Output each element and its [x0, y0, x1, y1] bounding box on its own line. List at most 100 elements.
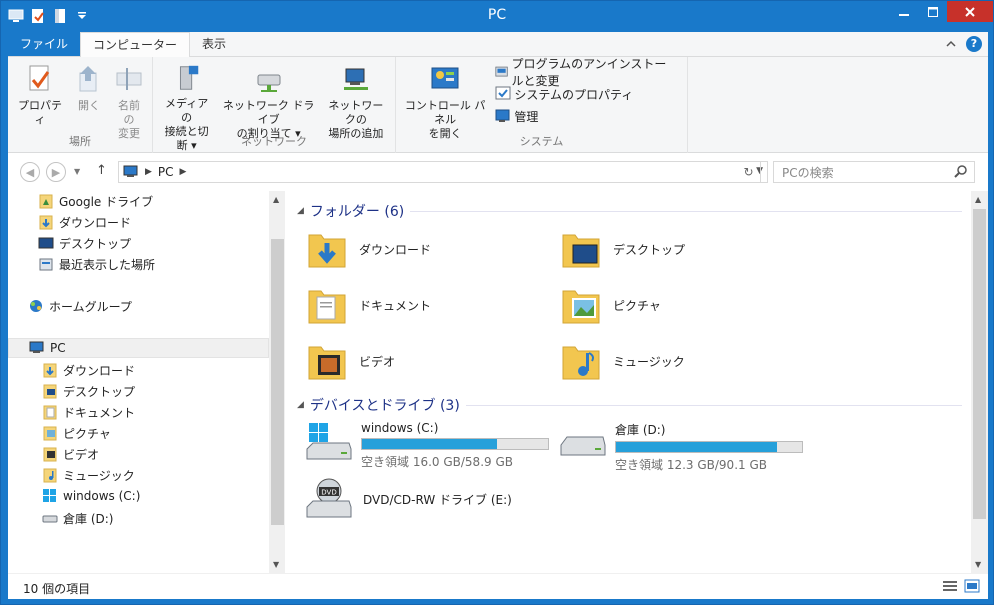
nav-item-pc-downloads[interactable]: ダウンロード [42, 360, 135, 380]
nav-item-recent-places[interactable]: 最近表示した場所 [38, 254, 155, 274]
system-properties-label: システムのプロパティ [514, 87, 634, 102]
drive-free-space: 空き領域 16.0 GB/58.9 GB [361, 455, 513, 469]
svg-text:DVD: DVD [321, 489, 336, 497]
folder-tile-videos[interactable]: ビデオ [305, 339, 395, 383]
nav-label: ビデオ [63, 447, 100, 462]
folder-tile-downloads[interactable]: ダウンロード [305, 227, 431, 271]
search-input[interactable]: PCの検索 [773, 161, 975, 183]
nav-item-google-drive[interactable]: Google ドライブ [38, 191, 153, 211]
content-scroll-thumb[interactable] [973, 209, 986, 519]
scroll-up-icon[interactable]: ▲ [273, 195, 279, 204]
collapse-ribbon-icon[interactable] [946, 37, 956, 51]
scroll-down-icon[interactable]: ▼ [273, 560, 279, 569]
nav-item-pc-music[interactable]: ミュージック [42, 465, 135, 485]
ribbon-group-location: プロパティ 開く 名前の 変更 場所 [8, 57, 153, 153]
documents-folder-icon [43, 405, 57, 420]
uninstall-program-button[interactable]: プログラムのアンインストールと変更 [495, 57, 678, 88]
documents-folder-icon [308, 290, 346, 324]
group-label-system: システム [519, 135, 564, 148]
details-view-icon[interactable] [942, 579, 958, 593]
drive-usage-fill [362, 439, 498, 449]
media-server-icon [179, 65, 198, 90]
ribbon-group-system: コントロール パネル を開く プログラムのアンインストールと変更 システムのプロ… [396, 57, 688, 153]
folders-header-label: フォルダー (6) [309, 204, 405, 220]
nav-label: デスクトップ [59, 236, 132, 251]
scroll-up-icon[interactable]: ▲ [975, 195, 981, 204]
nav-scrollbar[interactable]: ▲ ▼ [269, 191, 286, 573]
drive-info: windows (C:) 空き領域 16.0 GB/58.9 GB [361, 421, 549, 470]
up-arrow-icon[interactable]: ↑ [96, 163, 107, 178]
large-icons-view-icon[interactable] [964, 579, 980, 593]
pc-icon [123, 165, 138, 177]
devices-group-header[interactable]: ◢ デバイスとドライブ (3) [297, 395, 962, 415]
nav-item-desktop[interactable]: デスクトップ [38, 233, 131, 253]
nav-item-drive-d[interactable]: 倉庫 (D:) [42, 508, 113, 528]
drive-label: 倉庫 (D:) [615, 423, 666, 437]
drive-info: 倉庫 (D:) 空き領域 12.3 GB/90.1 GB [615, 421, 803, 473]
nav-item-pc-desktop[interactable]: デスクトップ [42, 381, 135, 401]
item-count: 10 個の項目 [23, 582, 91, 596]
map-drive-label-1: ネットワーク ドライブ [222, 99, 315, 126]
navigation-pane: Google ドライブ ダウンロード デスクトップ 最近表示した場所 ホームグル… [8, 191, 286, 573]
nav-scroll-thumb[interactable] [271, 239, 284, 525]
close-button[interactable] [947, 1, 993, 22]
address-bar[interactable]: ▶ PC ▶ ▼ [118, 161, 768, 183]
ribbon-group-network: メディアの 接続と切断 ▾ ネットワーク ドライブ の割り当て ▾ ネットワーク… [153, 57, 396, 153]
back-button[interactable]: ◀ [20, 162, 40, 182]
system-properties-button[interactable]: システムのプロパティ [495, 85, 678, 103]
collapse-group-icon[interactable]: ◢ [297, 400, 304, 410]
folder-tile-desktop[interactable]: デスクトップ [559, 227, 685, 271]
maximize-button[interactable] [918, 1, 947, 22]
folder-tile-music[interactable]: ミュージック [559, 339, 685, 383]
nav-label: ドキュメント [63, 405, 136, 420]
system-properties-icon [495, 86, 511, 100]
scroll-down-icon[interactable]: ▼ [975, 560, 981, 569]
nav-item-drive-c[interactable]: windows (C:) [42, 486, 140, 506]
tab-file[interactable]: ファイル [8, 32, 81, 56]
folder-label: ダウンロード [359, 242, 432, 257]
nav-label: デスクトップ [63, 384, 136, 399]
pictures-folder-icon [43, 426, 57, 441]
devices-header-label: デバイスとドライブ (3) [309, 398, 460, 414]
nav-item-pc-documents[interactable]: ドキュメント [42, 402, 135, 422]
windows-drive-icon [43, 489, 56, 502]
folder-tile-pictures[interactable]: ピクチャ [559, 283, 661, 327]
drive-tile-d[interactable]: 倉庫 (D:) 空き領域 12.3 GB/90.1 GB [559, 421, 803, 473]
videos-folder-icon [308, 346, 346, 380]
google-drive-folder-icon [39, 194, 53, 209]
rename-icon [116, 68, 142, 90]
nav-item-pc-pictures[interactable]: ピクチャ [42, 423, 111, 443]
breadcrumb-chevron-icon[interactable]: ▶ [180, 167, 187, 177]
view-switcher [942, 579, 980, 593]
drive-tile-dvd[interactable]: DVD DVD/CD-RW ドライブ (E:) [305, 477, 512, 521]
nav-item-pc-videos[interactable]: ビデオ [42, 444, 99, 464]
nav-item-pc[interactable]: PC [8, 338, 269, 358]
collapse-group-icon[interactable]: ◢ [297, 206, 304, 216]
folders-group-header[interactable]: ◢ フォルダー (6) [297, 201, 962, 221]
downloads-folder-icon [43, 363, 57, 378]
forward-button[interactable]: ▶ [46, 162, 66, 182]
nav-item-downloads[interactable]: ダウンロード [38, 212, 131, 232]
nav-label: 最近表示した場所 [59, 257, 156, 272]
homegroup-icon [30, 300, 42, 312]
minimize-button[interactable] [889, 1, 918, 22]
refresh-button[interactable]: ↻ [737, 161, 761, 183]
breadcrumb-item[interactable]: PC [158, 165, 174, 179]
recent-places-icon [39, 258, 53, 271]
uninstall-label: プログラムのアンインストールと変更 [511, 57, 667, 88]
nav-label: ダウンロード [63, 363, 136, 378]
folder-tile-documents[interactable]: ドキュメント [305, 283, 431, 327]
content-scrollbar[interactable]: ▲ ▼ [971, 191, 988, 573]
recent-dropdown-icon[interactable]: ▼ [74, 167, 80, 176]
drive-tile-c[interactable]: windows (C:) 空き領域 16.0 GB/58.9 GB [305, 421, 549, 470]
help-icon[interactable]: ? [966, 36, 982, 52]
hard-drive-icon [560, 436, 606, 456]
open-label: 開く [78, 99, 100, 112]
nav-label: windows (C:) [63, 489, 141, 503]
videos-folder-icon [43, 447, 57, 462]
manage-button[interactable]: 管理 [495, 107, 678, 125]
tab-view[interactable]: 表示 [190, 32, 238, 56]
nav-item-homegroup[interactable]: ホームグループ [28, 296, 132, 316]
tab-computer[interactable]: コンピューター [80, 32, 191, 57]
desktop-folder-icon [562, 234, 600, 268]
